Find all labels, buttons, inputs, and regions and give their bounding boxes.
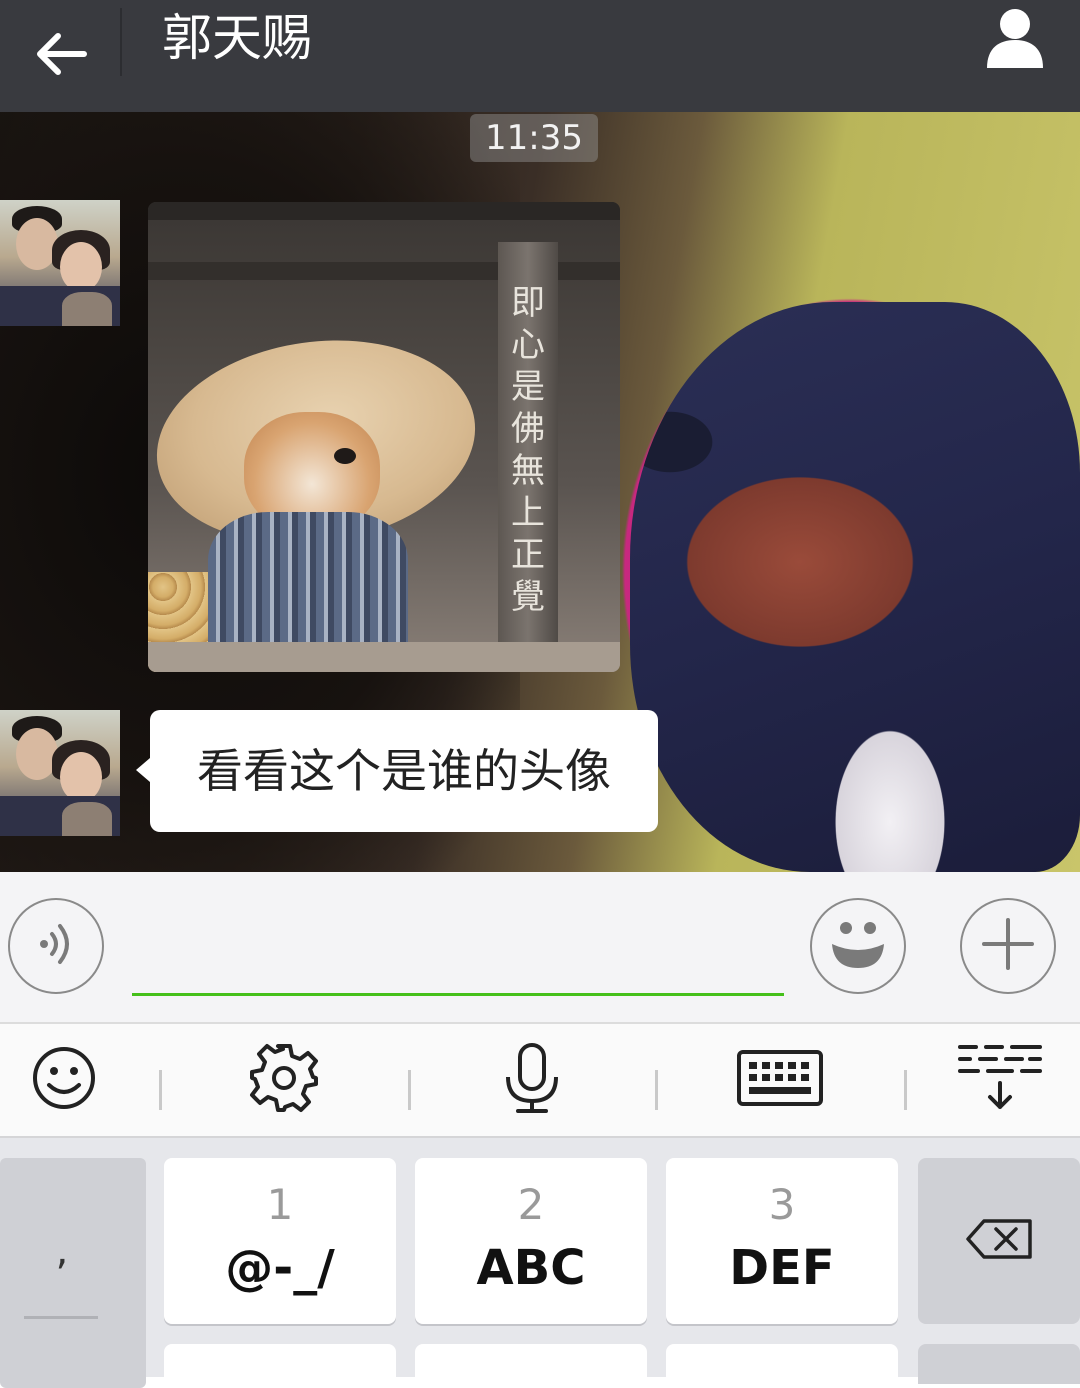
emoji-icon	[826, 916, 890, 976]
key-letters: DEF	[729, 1240, 835, 1296]
keyboard-emoji-button[interactable]	[0, 1024, 144, 1136]
key-1[interactable]: 1 @-_/	[164, 1158, 396, 1324]
toolbar-separator	[655, 1070, 658, 1110]
person-icon	[983, 4, 1047, 72]
plus-icon	[980, 916, 1036, 976]
toolbar-separator	[408, 1070, 411, 1110]
backspace-icon	[964, 1217, 1034, 1265]
punctuation-key-label: ,	[55, 1228, 69, 1274]
backspace-key[interactable]	[918, 1158, 1080, 1324]
key-number: 3	[768, 1180, 796, 1229]
key-3[interactable]: 3 DEF	[666, 1158, 898, 1324]
input-bar	[0, 872, 1080, 1024]
key-number: 2	[517, 1180, 545, 1229]
chat-area[interactable]: 11:35 即心是佛無上正覺 看看这个是谁的头像	[0, 112, 1080, 872]
chat-title: 郭天赐	[162, 9, 312, 67]
key-4[interactable]	[164, 1344, 396, 1384]
arrow-left-icon	[32, 30, 88, 82]
sender-avatar[interactable]	[0, 200, 120, 326]
header-divider	[120, 8, 122, 76]
key-5[interactable]	[415, 1344, 647, 1384]
key-letters: @-_/	[225, 1240, 335, 1296]
voice-icon	[34, 920, 78, 972]
key-2[interactable]: 2 ABC	[415, 1158, 647, 1324]
voice-toggle-button[interactable]	[8, 898, 104, 994]
more-options-button[interactable]	[960, 898, 1056, 994]
voice-input-button[interactable]	[452, 1024, 612, 1136]
punctuation-key[interactable]: ,	[0, 1158, 146, 1388]
key-letters: ABC	[476, 1240, 586, 1296]
keyboard-side-key-row2[interactable]	[918, 1344, 1080, 1384]
pillar-calligraphy: 即心是佛無上正覺	[511, 283, 545, 617]
toolbar-separator	[904, 1070, 907, 1110]
image-message[interactable]: 即心是佛無上正覺	[148, 202, 620, 672]
contact-info-button[interactable]	[980, 0, 1050, 76]
smiley-icon	[31, 1045, 97, 1115]
microphone-icon	[502, 1041, 562, 1119]
punctuation-key-divider	[24, 1316, 98, 1319]
keyboard-toolbar	[0, 1024, 1080, 1138]
message-input[interactable]	[132, 912, 784, 996]
keyboard-settings-button[interactable]	[204, 1024, 364, 1136]
sender-avatar[interactable]	[0, 710, 120, 836]
key-6[interactable]	[666, 1344, 898, 1384]
top-bar: 郭天赐	[0, 0, 1080, 112]
keyboard-layout-button[interactable]	[700, 1024, 860, 1136]
back-button[interactable]	[0, 0, 120, 112]
hide-keyboard-icon	[958, 1043, 1042, 1117]
chat-background-dog	[630, 302, 1080, 872]
message-timestamp: 11:35	[470, 114, 598, 162]
hide-keyboard-button[interactable]	[920, 1024, 1080, 1136]
gear-icon	[247, 1041, 321, 1119]
key-number: 1	[266, 1180, 294, 1229]
emoji-button[interactable]	[810, 898, 906, 994]
keyboard-icon	[737, 1050, 823, 1110]
text-message-bubble[interactable]: 看看这个是谁的头像	[136, 710, 658, 832]
toolbar-separator	[159, 1070, 162, 1110]
keyboard: , 1 @-_/ 2 ABC 3 DEF	[0, 1138, 1080, 1388]
